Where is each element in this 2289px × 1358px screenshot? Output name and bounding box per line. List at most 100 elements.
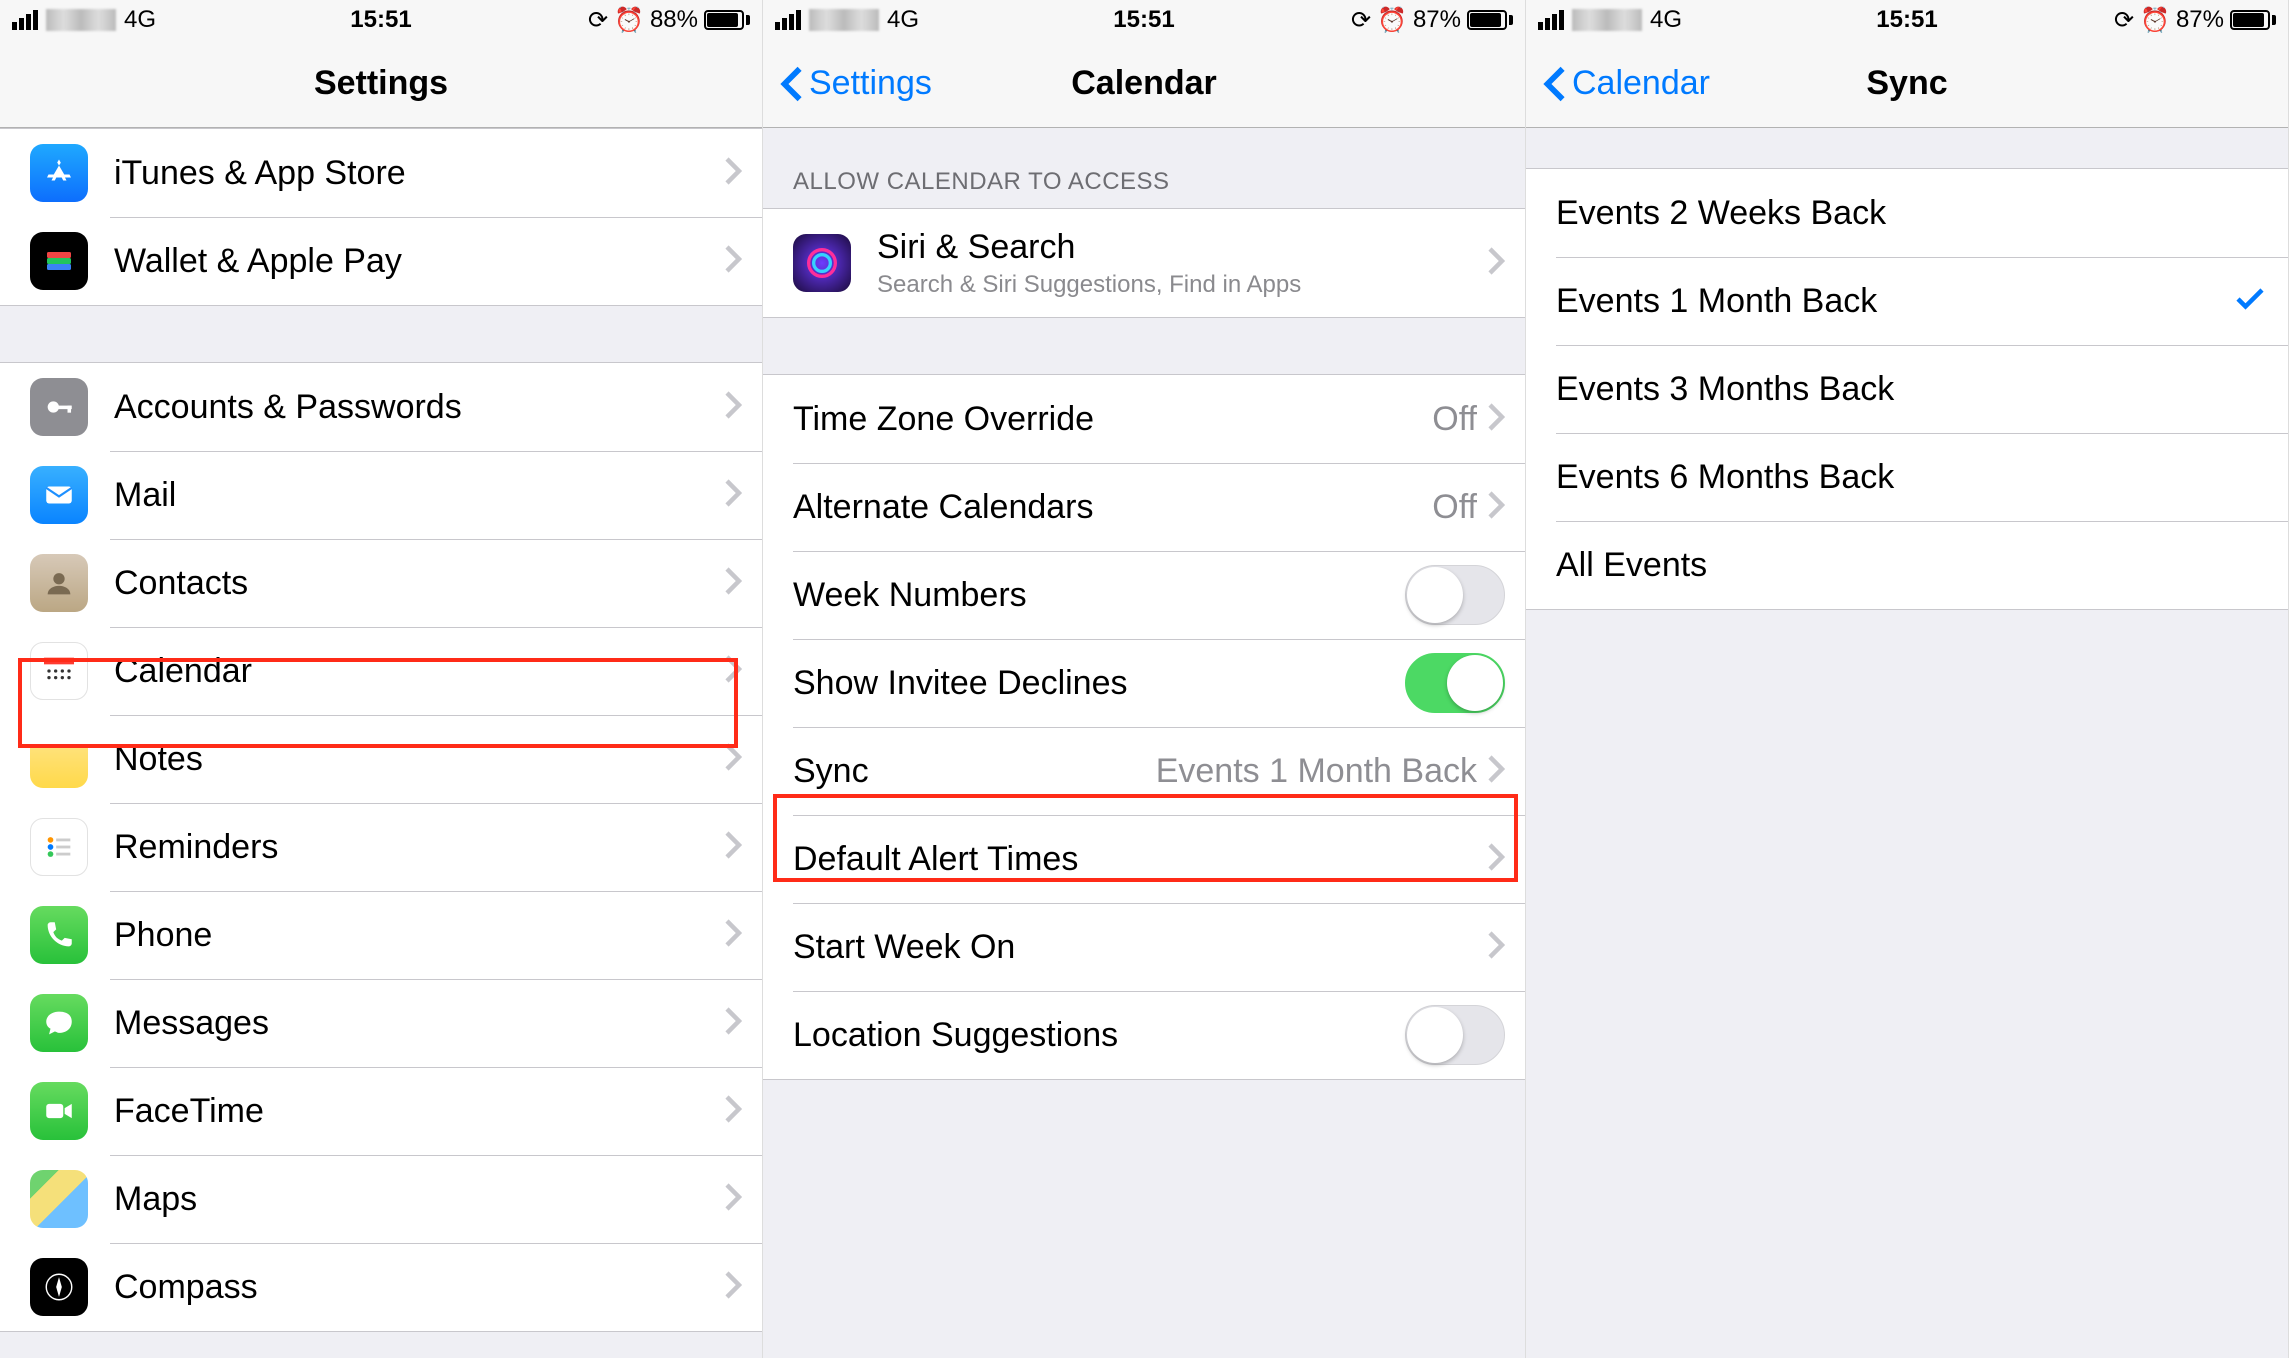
row-location-suggestions[interactable]: Location Suggestions [763, 991, 1525, 1079]
status-bar: 4G 15:51 ⟳ ⏰ 87% [763, 0, 1525, 40]
rotation-lock-icon: ⟳ [2114, 6, 2134, 35]
row-reminders[interactable]: Reminders [0, 803, 762, 891]
row-label: Show Invitee Declines [793, 664, 1405, 703]
checkmark-icon [2232, 281, 2268, 322]
carrier-label [1572, 9, 1642, 31]
row-label: Alternate Calendars [793, 488, 1432, 527]
row-label: Events 6 Months Back [1556, 458, 2268, 497]
pane-calendar: 4G 15:51 ⟳ ⏰ 87% Settings Calendar ALLOW… [763, 0, 1526, 1358]
row-label: Calendar [114, 652, 724, 691]
chevron-right-icon [724, 566, 742, 601]
row-siri-search[interactable]: Siri & Search Search & Siri Suggestions,… [763, 209, 1525, 317]
option-2-weeks[interactable]: Events 2 Weeks Back [1526, 169, 2288, 257]
row-maps[interactable]: Maps [0, 1155, 762, 1243]
nav-bar: Settings Calendar [763, 40, 1525, 128]
row-label: Location Suggestions [793, 1016, 1405, 1055]
row-compass[interactable]: Compass [0, 1243, 762, 1331]
row-label: Compass [114, 1268, 724, 1307]
row-phone[interactable]: Phone [0, 891, 762, 979]
pane-settings: 4G 15:51 ⟳ ⏰ 88% Settings iTunes & App S… [0, 0, 763, 1358]
row-sync[interactable]: Sync Events 1 Month Back [763, 727, 1525, 815]
nav-bar: Settings [0, 40, 762, 128]
back-label: Settings [809, 64, 932, 103]
back-button[interactable]: Settings [779, 64, 932, 103]
chevron-right-icon [724, 918, 742, 953]
wallet-icon [30, 232, 88, 290]
option-3-months[interactable]: Events 3 Months Back [1526, 345, 2288, 433]
row-notes[interactable]: Notes [0, 715, 762, 803]
row-facetime[interactable]: FaceTime [0, 1067, 762, 1155]
group-sync-options: Events 2 Weeks Back Events 1 Month Back … [1526, 168, 2288, 610]
row-label: Messages [114, 1004, 724, 1043]
chevron-right-icon [724, 478, 742, 513]
network-label: 4G [887, 6, 919, 34]
row-accounts-passwords[interactable]: Accounts & Passwords [0, 363, 762, 451]
chevron-right-icon [1487, 246, 1505, 281]
row-calendar[interactable]: Calendar [0, 627, 762, 715]
alarm-icon: ⏰ [1377, 6, 1407, 35]
row-show-invitee-declines[interactable]: Show Invitee Declines [763, 639, 1525, 727]
row-label: Time Zone Override [793, 400, 1432, 439]
row-alternate-calendars[interactable]: Alternate Calendars Off [763, 463, 1525, 551]
rotation-lock-icon: ⟳ [588, 6, 608, 35]
signal-icon [12, 10, 38, 30]
chevron-right-icon [724, 390, 742, 425]
network-label: 4G [124, 6, 156, 34]
row-label: Maps [114, 1180, 724, 1219]
option-all-events[interactable]: All Events [1526, 521, 2288, 609]
contacts-icon [30, 554, 88, 612]
alarm-icon: ⏰ [614, 6, 644, 35]
siri-icon [793, 234, 851, 292]
settings-group-apps: Accounts & Passwords Mail Contacts Calen… [0, 362, 762, 1332]
row-label: All Events [1556, 546, 2268, 585]
row-itunes-appstore[interactable]: iTunes & App Store [0, 129, 762, 217]
status-bar: 4G 15:51 ⟳ ⏰ 88% [0, 0, 762, 40]
back-button[interactable]: Calendar [1542, 64, 1710, 103]
chevron-right-icon [724, 1006, 742, 1041]
row-timezone-override[interactable]: Time Zone Override Off [763, 375, 1525, 463]
row-start-week-on[interactable]: Start Week On [763, 903, 1525, 991]
row-label: Default Alert Times [793, 840, 1487, 879]
toggle-week-numbers[interactable] [1405, 565, 1505, 625]
chevron-right-icon [1487, 930, 1505, 965]
battery-icon [704, 10, 750, 30]
group-siri: Siri & Search Search & Siri Suggestions,… [763, 208, 1525, 318]
row-label: Start Week On [793, 928, 1487, 967]
toggle-invitee-declines[interactable] [1405, 653, 1505, 713]
nav-bar: Calendar Sync [1526, 40, 2288, 128]
row-label: Accounts & Passwords [114, 388, 724, 427]
row-contacts[interactable]: Contacts [0, 539, 762, 627]
row-label: Events 1 Month Back [1556, 282, 2232, 321]
option-6-months[interactable]: Events 6 Months Back [1526, 433, 2288, 521]
battery-percent: 87% [2176, 6, 2224, 34]
row-label: Wallet & Apple Pay [114, 242, 724, 281]
row-label: Sync [793, 752, 1156, 791]
carrier-label [809, 9, 879, 31]
row-wallet-applepay[interactable]: Wallet & Apple Pay [0, 217, 762, 305]
row-label: Phone [114, 916, 724, 955]
row-week-numbers[interactable]: Week Numbers [763, 551, 1525, 639]
phone-icon [30, 906, 88, 964]
alarm-icon: ⏰ [2140, 6, 2170, 35]
back-label: Calendar [1572, 64, 1710, 103]
maps-icon [30, 1170, 88, 1228]
option-1-month[interactable]: Events 1 Month Back [1526, 257, 2288, 345]
row-default-alert-times[interactable]: Default Alert Times [763, 815, 1525, 903]
row-mail[interactable]: Mail [0, 451, 762, 539]
row-sublabel: Search & Siri Suggestions, Find in Apps [877, 271, 1487, 299]
row-label: Contacts [114, 564, 724, 603]
reminders-icon [30, 818, 88, 876]
row-label: iTunes & App Store [114, 154, 724, 193]
row-value: Events 1 Month Back [1156, 752, 1477, 791]
chevron-right-icon [724, 156, 742, 191]
row-value: Off [1432, 400, 1477, 439]
status-time: 15:51 [350, 6, 411, 34]
nav-title: Settings [314, 64, 448, 103]
row-label: Events 2 Weeks Back [1556, 194, 2268, 233]
toggle-location-suggestions[interactable] [1405, 1005, 1505, 1065]
network-label: 4G [1650, 6, 1682, 34]
battery-percent: 88% [650, 6, 698, 34]
chevron-right-icon [724, 1270, 742, 1305]
group-calendar-options: Time Zone Override Off Alternate Calenda… [763, 374, 1525, 1080]
row-messages[interactable]: Messages [0, 979, 762, 1067]
